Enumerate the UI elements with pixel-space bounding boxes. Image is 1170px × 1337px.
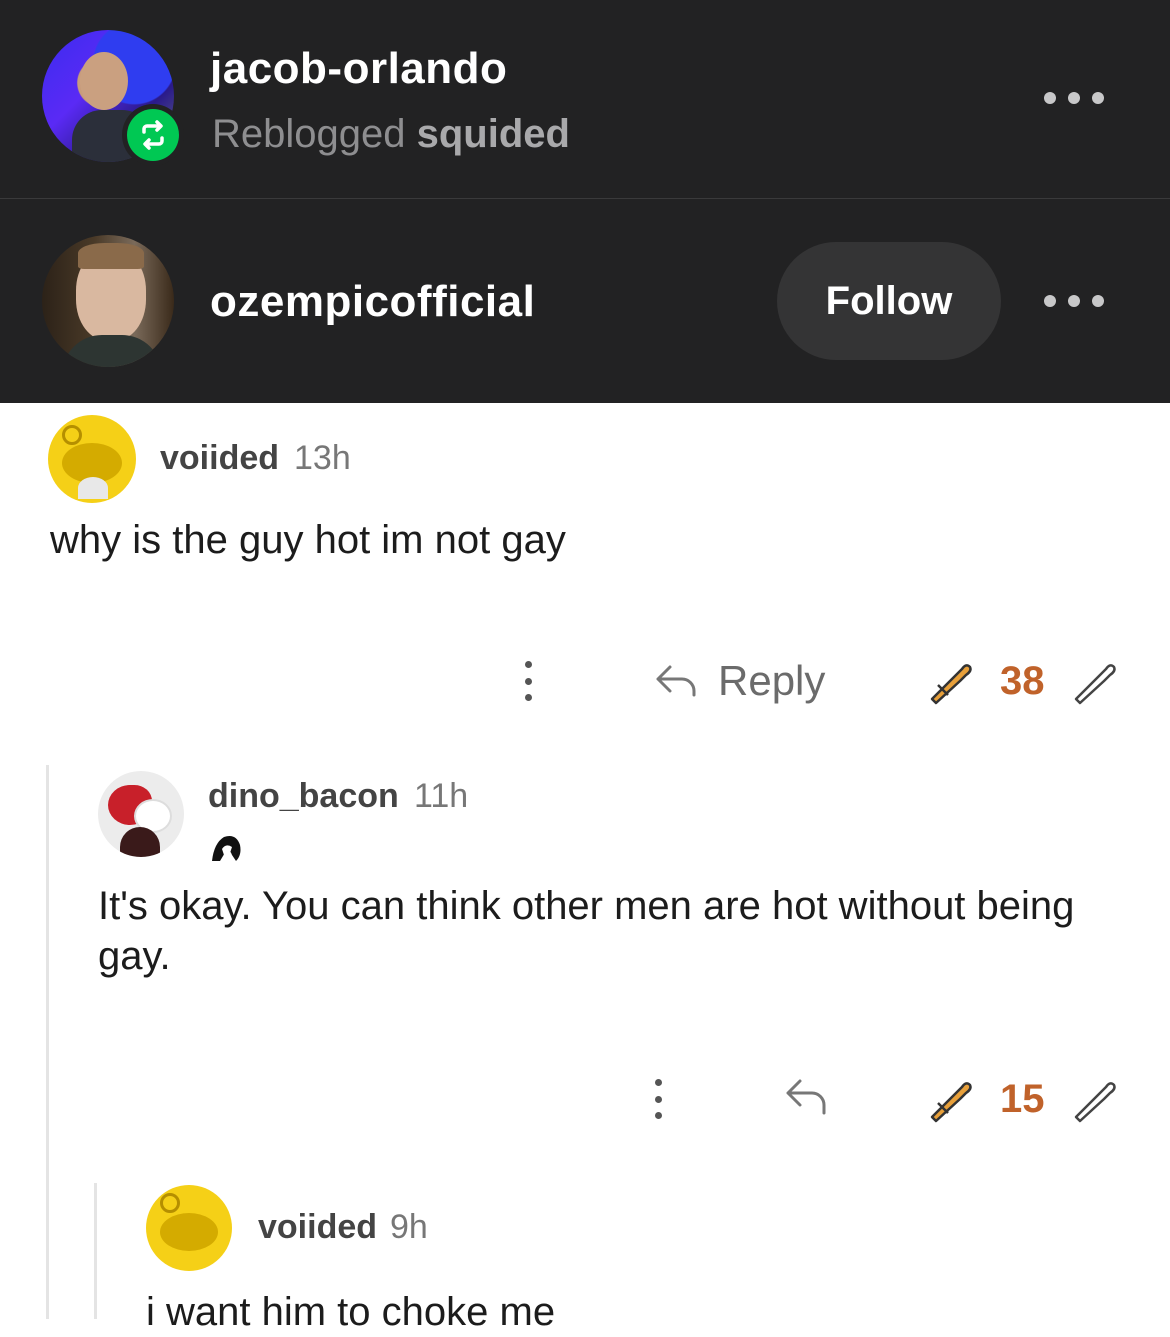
reply-icon bbox=[786, 1079, 826, 1115]
comment-username: dino_bacon bbox=[208, 777, 399, 815]
comment-score: 15 bbox=[1000, 1077, 1045, 1121]
snoo-avatar bbox=[146, 1185, 232, 1271]
original-poster-row: ozempicofficial Follow bbox=[0, 199, 1170, 403]
reply-label: Reply bbox=[718, 657, 826, 704]
snoo-avatar bbox=[48, 415, 136, 503]
upvote-icon bbox=[930, 1082, 972, 1123]
reblog-row: jacob-orlando Reblogged squided bbox=[0, 0, 1170, 199]
post-header: jacob-orlando Reblogged squided ozempico… bbox=[0, 0, 1170, 403]
comment-score: 38 bbox=[1000, 659, 1045, 703]
comment-time: 9h bbox=[390, 1208, 428, 1246]
original-poster-username[interactable]: ozempicofficial bbox=[210, 277, 535, 327]
more-options-icon[interactable] bbox=[1044, 88, 1104, 108]
post-image: voiided 13h why is the guy hot im not ga… bbox=[0, 403, 1170, 1334]
comment-text: i want him to choke me bbox=[146, 1290, 556, 1334]
comment-username: voiided bbox=[160, 439, 280, 477]
comment-text: why is the guy hot im not gay bbox=[50, 518, 566, 562]
downvote-icon bbox=[1074, 664, 1116, 705]
reblogged-from: Reblogged squided bbox=[212, 112, 570, 157]
user-avatar bbox=[98, 771, 184, 857]
reply-action: Reply bbox=[652, 657, 825, 705]
downvote-icon bbox=[1074, 1082, 1116, 1123]
comment-time: 11h bbox=[414, 777, 469, 815]
reblog-badge bbox=[122, 104, 184, 166]
original-poster-avatar[interactable] bbox=[42, 235, 174, 367]
reblog-icon bbox=[127, 109, 179, 161]
comment-time: 13h bbox=[294, 439, 351, 477]
follow-button[interactable]: Follow bbox=[777, 242, 1001, 360]
user-flair-icon bbox=[212, 836, 241, 861]
comment-menu-icon bbox=[523, 661, 533, 701]
comment-menu-icon bbox=[653, 1079, 663, 1119]
thread-line bbox=[94, 1183, 97, 1319]
reblogged-prefix: Reblogged bbox=[212, 112, 406, 156]
reblogged-source[interactable]: squided bbox=[417, 112, 570, 156]
more-options-icon[interactable] bbox=[1044, 291, 1104, 311]
reply-icon bbox=[656, 665, 696, 697]
comment-username: voiided bbox=[258, 1208, 378, 1246]
reblogger-username[interactable]: jacob-orlando bbox=[210, 44, 507, 94]
thread-line bbox=[46, 765, 49, 1319]
upvote-icon bbox=[930, 664, 972, 705]
comment-text: It's okay. You can think other men are h… bbox=[98, 884, 1075, 978]
